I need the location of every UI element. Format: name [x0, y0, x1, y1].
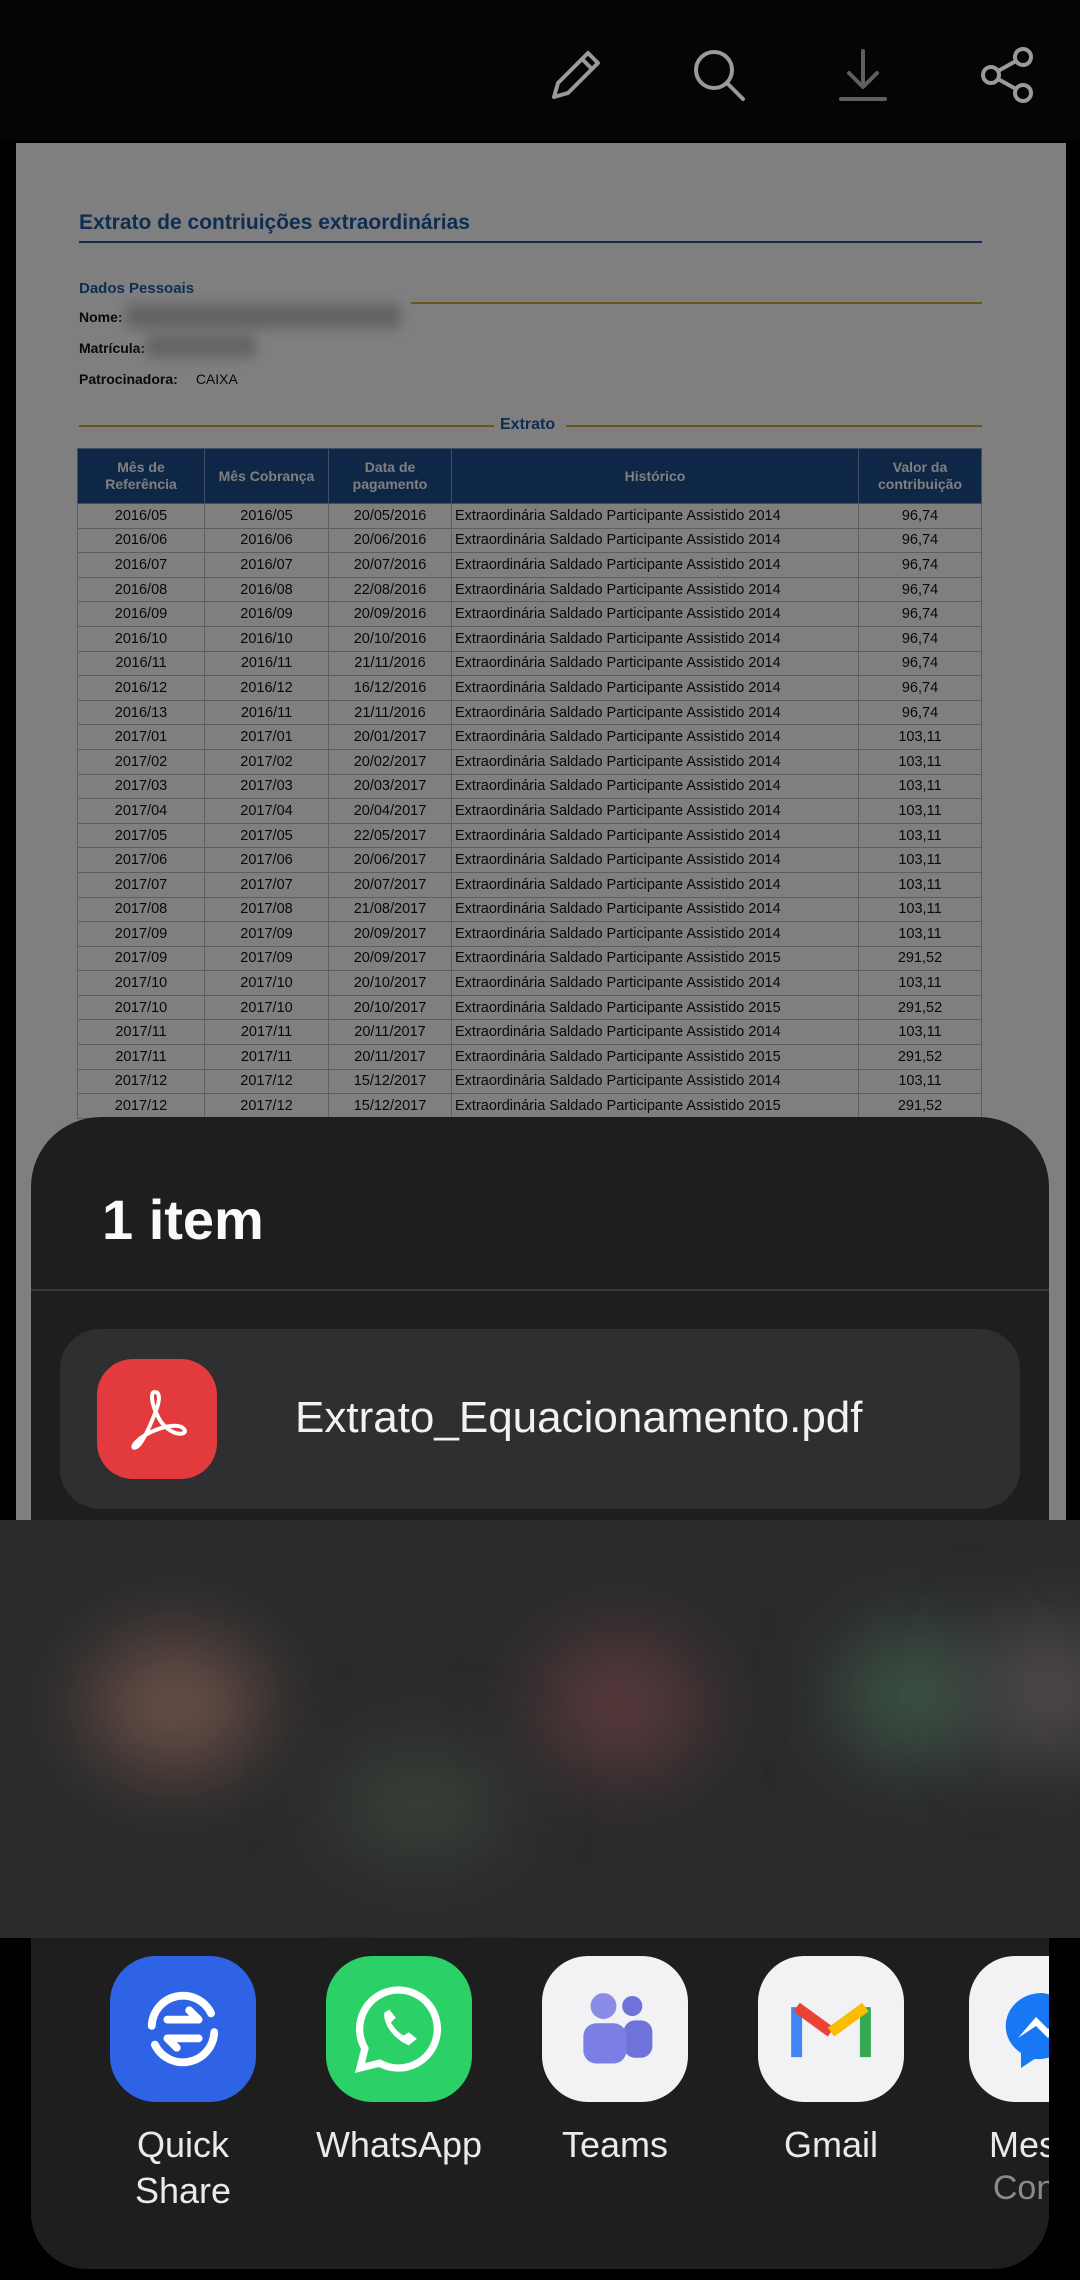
gmail-icon: [758, 1956, 904, 2102]
file-name: Extrato_Equacionamento.pdf: [295, 1393, 863, 1442]
download-icon[interactable]: [818, 30, 908, 120]
top-toolbar: [0, 0, 1080, 140]
blurred-contact: [840, 1630, 990, 1760]
pdf-icon: [97, 1359, 217, 1479]
app-label: Quick Share: [134, 2124, 232, 2211]
app-quick-share[interactable]: Quick Share: [88, 1956, 278, 2214]
app-gmail[interactable]: Gmail: [736, 1956, 926, 2168]
blurred-contact: [540, 1640, 700, 1770]
sheet-divider: [31, 1289, 1049, 1291]
app-row: Quick Share WhatsApp Teams Gmail Mes Con: [0, 1938, 1080, 2280]
app-whatsapp[interactable]: WhatsApp: [304, 1956, 494, 2168]
screen-edge: [0, 1938, 31, 2280]
file-card[interactable]: Extrato_Equacionamento.pdf: [60, 1329, 1020, 1509]
app-teams[interactable]: Teams: [520, 1956, 710, 2168]
blurred-contact: [330, 1750, 510, 1860]
blurred-suggestions: [0, 1520, 1080, 1938]
search-icon[interactable]: [674, 30, 764, 120]
quick-share-icon: [110, 1956, 256, 2102]
screen-edge: [1049, 1938, 1080, 2280]
sheet-title: 1 item: [102, 1188, 264, 1251]
app-label: WhatsApp: [315, 2124, 483, 2165]
app-label: Gmail: [783, 2124, 878, 2165]
share-icon[interactable]: [962, 30, 1052, 120]
whatsapp-icon: [326, 1956, 472, 2102]
app-label: Teams: [561, 2124, 669, 2165]
teams-icon: [542, 1956, 688, 2102]
edit-icon[interactable]: [531, 30, 621, 120]
blurred-contact: [90, 1640, 260, 1770]
blurred-contact: [980, 1620, 1080, 1760]
